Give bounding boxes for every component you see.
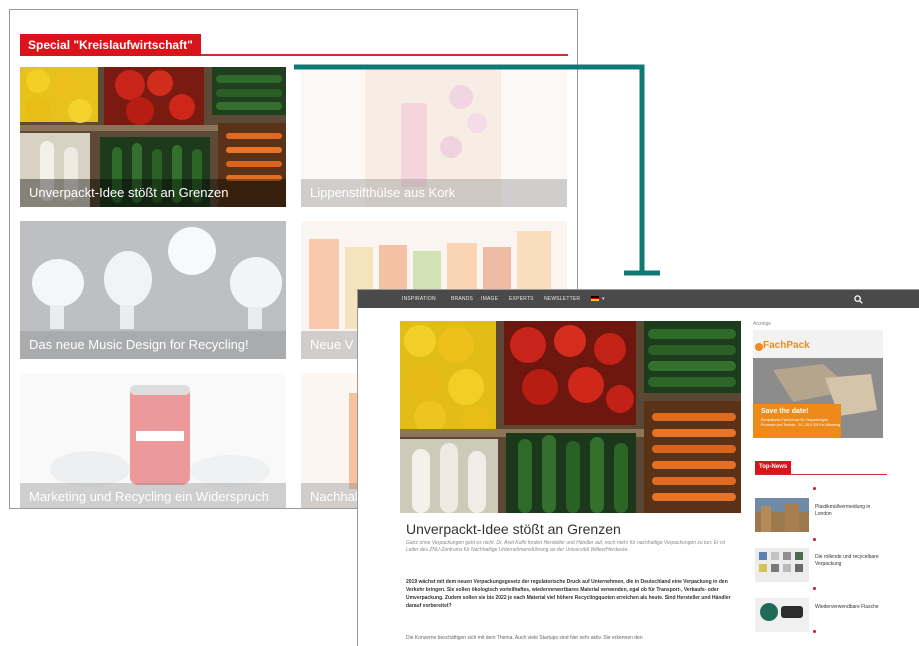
article-hero-image (400, 321, 741, 513)
search-icon[interactable] (854, 295, 863, 304)
nav-item-experts[interactable]: EXPERTS (509, 290, 534, 308)
news-title: Die rollende und recycelbare Verpackung (815, 554, 879, 567)
top-news-item[interactable]: Wiederverwendbare Flasche (755, 598, 890, 638)
news-bullet-icon (813, 538, 816, 541)
ad-details: Europäische Fachmesse für Verpackungen, … (761, 418, 840, 427)
top-news-item[interactable]: Die rollende und recycelbare Verpackung (755, 548, 890, 588)
news-bullet-icon (813, 587, 816, 590)
article-lead: 2019 wächst mit dem neuen Verpackungsges… (406, 579, 731, 609)
fachpack-ad-banner[interactable]: FachPack Save the date! Europäische Fach… (753, 330, 883, 438)
screenshot-composite: Special "Kreislaufwirtschaft" Unverpackt… (0, 0, 919, 646)
nav-item-image[interactable]: IMAGE (481, 290, 498, 308)
article-body: Die Konzerne beschäftigen sich mit dem T… (406, 635, 643, 641)
bottle-image (755, 598, 809, 632)
top-news-item[interactable]: Plastikmüllvermeidung in London (755, 498, 890, 538)
news-bullet-icon (813, 630, 816, 633)
chevron-down-icon: ▾ (602, 296, 605, 302)
german-flag-icon[interactable] (591, 296, 599, 301)
fachpack-logo: FachPack (763, 340, 810, 351)
nav-item-inspiration[interactable]: INSPIRATION (402, 290, 436, 308)
news-bullet-icon (813, 487, 816, 490)
nav-item-newsletter[interactable]: NEWSLETTER (544, 290, 580, 308)
packaging-grid-image (755, 548, 809, 582)
london-building-image (755, 498, 809, 532)
nav-item-brands[interactable]: BRANDS (451, 290, 473, 308)
vegetable-crate-image (400, 321, 741, 513)
top-news-header: Top-News (755, 461, 887, 475)
news-thumbnail (755, 548, 809, 582)
ad-save-the-date: Save the date! (761, 408, 809, 415)
ad-label: Anzeige (753, 321, 772, 327)
news-thumbnail (755, 598, 809, 632)
news-title: Plastikmüllvermeidung in London (815, 504, 871, 517)
article-detail-panel: INSPIRATION BRANDS IMAGE EXPERTS NEWSLET… (357, 289, 919, 646)
top-news-label: Top-News (755, 461, 792, 474)
article-title: Unverpackt-Idee stößt an Grenzen (406, 521, 621, 537)
top-navigation: INSPIRATION BRANDS IMAGE EXPERTS NEWSLET… (358, 290, 919, 308)
news-title: Wiederverwendbare Flasche (815, 604, 879, 610)
article-subtitle: Ganz ohne Verpackungen geht es nicht. Dr… (406, 540, 726, 553)
news-thumbnail (755, 498, 809, 532)
